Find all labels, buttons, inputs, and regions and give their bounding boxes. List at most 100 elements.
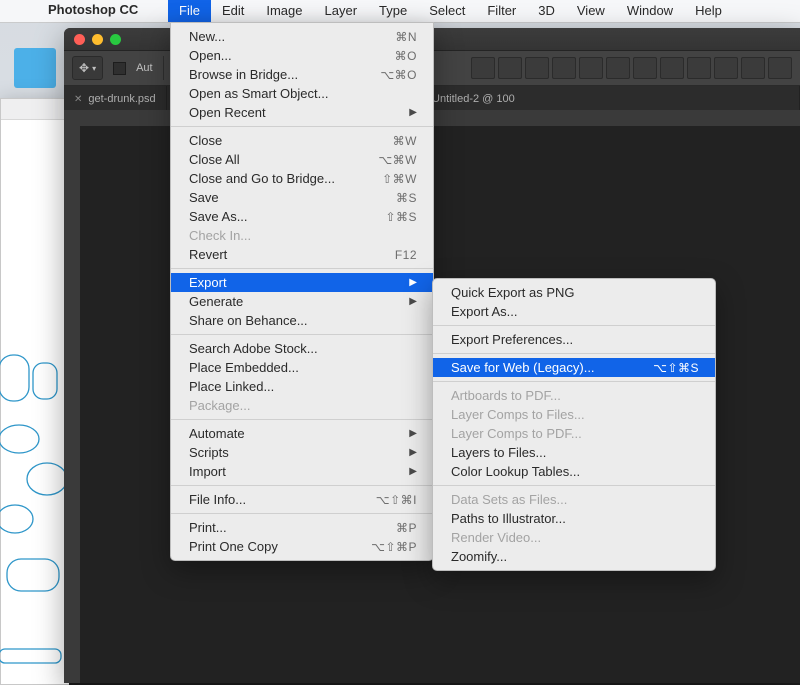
export-menu-item-artboards-to-pdf: Artboards to PDF...	[433, 386, 715, 405]
menu-item-label: Render Video...	[451, 530, 699, 545]
window-minimize-button[interactable]	[92, 34, 103, 45]
file-menu-item-file-info[interactable]: File Info...⌥⇧⌘I	[171, 490, 433, 509]
menu-item-shortcut: ⌘P	[396, 521, 417, 535]
export-menu-item-quick-export-as-png[interactable]: Quick Export as PNG	[433, 283, 715, 302]
close-tab-icon[interactable]: ✕	[74, 94, 82, 105]
file-menu-item-scripts[interactable]: Scripts ▶	[171, 443, 433, 462]
menu-view[interactable]: View	[566, 0, 616, 22]
file-menu-item-print[interactable]: Print... ⌘P	[171, 518, 433, 537]
menu-image[interactable]: Image	[255, 0, 313, 22]
align-button[interactable]	[768, 57, 792, 79]
file-menu-item-save[interactable]: Save⌘S	[171, 188, 433, 207]
menu-separator	[171, 334, 433, 335]
menu-select[interactable]: Select	[418, 0, 476, 22]
menu-item-label: Save As...	[189, 209, 361, 224]
menu-item-label: Artboards to PDF...	[451, 388, 699, 403]
auto-select-checkbox[interactable]	[113, 62, 126, 75]
file-menu-item-check-in: Check In...	[171, 226, 433, 245]
menu-item-label: Export Preferences...	[451, 332, 699, 347]
align-button[interactable]	[606, 57, 630, 79]
align-button[interactable]	[579, 57, 603, 79]
menu-layer[interactable]: Layer	[314, 0, 369, 22]
align-button-group	[471, 57, 792, 79]
menu-help[interactable]: Help	[684, 0, 733, 22]
menu-separator	[433, 485, 715, 486]
menu-item-label: Place Embedded...	[189, 360, 417, 375]
menu-item-shortcut: ⇧⌘S	[385, 210, 417, 224]
menu-item-label: New...	[189, 29, 371, 44]
export-menu-item-zoomify[interactable]: Zoomify...	[433, 547, 715, 566]
menu-item-label: Open as Smart Object...	[189, 86, 417, 101]
menu-item-label: Layers to Files...	[451, 445, 699, 460]
menu-separator	[433, 325, 715, 326]
window-titlebar	[1, 99, 69, 120]
export-menu-item-save-for-web-legacy[interactable]: Save for Web (Legacy)...⌥⇧⌘S	[433, 358, 715, 377]
menu-item-label: Import	[189, 464, 385, 479]
document-tab[interactable]: ✕Untitled-2 @ 100	[408, 86, 800, 112]
export-menu-item-paths-to-illustrator[interactable]: Paths to Illustrator...	[433, 509, 715, 528]
menu-edit[interactable]: Edit	[211, 0, 255, 22]
file-menu-item-search-adobe-stock[interactable]: Search Adobe Stock...	[171, 339, 433, 358]
export-menu-item-color-lookup-tables[interactable]: Color Lookup Tables...	[433, 462, 715, 481]
document-tab[interactable]: ✕ get-drunk.psd	[64, 86, 167, 112]
menu-type[interactable]: Type	[368, 0, 418, 22]
document-tab-label: get-drunk.psd	[88, 93, 155, 105]
app-name[interactable]: Photoshop CC	[48, 2, 138, 17]
file-menu-item-open-as-smart-object[interactable]: Open as Smart Object...	[171, 84, 433, 103]
align-button[interactable]	[498, 57, 522, 79]
file-menu-item-print-one-copy[interactable]: Print One Copy⌥⇧⌘P	[171, 537, 433, 556]
align-button[interactable]	[471, 57, 495, 79]
export-submenu: Quick Export as PNGExport As... Export Pr…	[432, 278, 716, 571]
align-button[interactable]	[741, 57, 765, 79]
file-menu-item-automate[interactable]: Automate▶	[171, 424, 433, 443]
menu-item-label: Layer Comps to PDF...	[451, 426, 699, 441]
menu-item-label: Layer Comps to Files...	[451, 407, 699, 422]
align-button[interactable]	[714, 57, 738, 79]
align-button[interactable]	[660, 57, 684, 79]
file-menu-item-package: Package...	[171, 396, 433, 415]
menu-3d[interactable]: 3D	[527, 0, 566, 22]
menu-item-label: File Info...	[189, 492, 352, 507]
align-button[interactable]	[525, 57, 549, 79]
menu-item-label: Generate	[189, 294, 385, 309]
file-menu-item-place-embedded[interactable]: Place Embedded...	[171, 358, 433, 377]
file-menu: New...⌘NOpen...⌘OBrowse in Bridge...⌥⌘O O…	[170, 22, 434, 561]
export-menu-item-export-preferences[interactable]: Export Preferences...	[433, 330, 715, 349]
file-menu-item-open-recent[interactable]: Open Recent▶	[171, 103, 433, 122]
window-zoom-button[interactable]	[110, 34, 121, 45]
auto-select-label: Aut	[136, 62, 153, 74]
file-menu-item-share-on-behance[interactable]: Share on Behance...	[171, 311, 433, 330]
file-menu-item-open[interactable]: Open...⌘O	[171, 46, 433, 65]
align-button[interactable]	[687, 57, 711, 79]
file-menu-item-close[interactable]: Close⌘W	[171, 131, 433, 150]
file-menu-item-revert[interactable]: RevertF12	[171, 245, 433, 264]
file-menu-item-place-linked[interactable]: Place Linked...	[171, 377, 433, 396]
export-menu-item-export-as[interactable]: Export As...	[433, 302, 715, 321]
file-menu-item-save-as[interactable]: Save As... ⇧⌘S	[171, 207, 433, 226]
file-menu-item-browse-in-bridge[interactable]: Browse in Bridge...⌥⌘O	[171, 65, 433, 84]
align-button[interactable]	[552, 57, 576, 79]
export-menu-item-render-video: Render Video...	[433, 528, 715, 547]
menu-file[interactable]: File	[168, 0, 211, 22]
file-menu-item-close-and-go-to-bridge[interactable]: Close and Go to Bridge...⇧⌘W	[171, 169, 433, 188]
menu-item-label: Package...	[189, 398, 417, 413]
align-button[interactable]	[633, 57, 657, 79]
file-menu-item-export[interactable]: Export▶	[171, 273, 433, 292]
file-menu-item-import[interactable]: Import▶	[171, 462, 433, 481]
tool-preset[interactable]: ✥ ▾	[72, 56, 103, 80]
menu-item-label: Open...	[189, 48, 371, 63]
menu-item-shortcut: ⌥⌘W	[378, 153, 417, 167]
menu-item-shortcut: ⌥⌘O	[380, 68, 417, 82]
export-menu-item-layers-to-files[interactable]: Layers to Files...	[433, 443, 715, 462]
menu-filter[interactable]: Filter	[476, 0, 527, 22]
file-menu-item-new[interactable]: New...⌘N	[171, 27, 433, 46]
submenu-arrow-icon: ▶	[409, 447, 417, 458]
menu-item-label: Print...	[189, 520, 372, 535]
export-menu-item-layer-comps-to-files: Layer Comps to Files...	[433, 405, 715, 424]
file-menu-item-generate[interactable]: Generate▶	[171, 292, 433, 311]
menu-window[interactable]: Window	[616, 0, 684, 22]
window-close-button[interactable]	[74, 34, 85, 45]
menu-item-label: Scripts	[189, 445, 385, 460]
ruler-vertical	[64, 110, 81, 683]
file-menu-item-close-all[interactable]: Close All⌥⌘W	[171, 150, 433, 169]
